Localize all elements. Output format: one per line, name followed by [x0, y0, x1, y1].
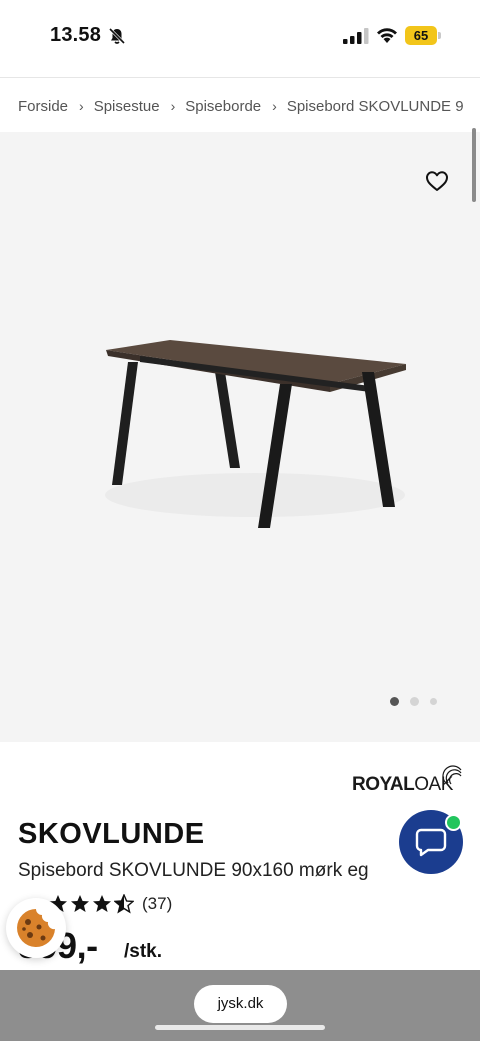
- gallery-dot-1[interactable]: [390, 697, 399, 706]
- product-rating[interactable]: (37): [48, 893, 172, 915]
- header-divider: [0, 77, 480, 78]
- cookie-settings-button[interactable]: [6, 898, 66, 958]
- breadcrumb-item-current[interactable]: Spisebord SKOVLUNDE 9: [287, 98, 464, 115]
- product-name: SKOVLUNDE: [18, 818, 205, 850]
- product-image[interactable]: [80, 300, 420, 540]
- page-scrollbar[interactable]: [472, 128, 476, 202]
- bell-off-icon: [108, 27, 126, 45]
- breadcrumb-item-spisestue[interactable]: Spisestue: [94, 98, 160, 115]
- status-time: 13.58: [50, 24, 102, 46]
- brand-swoosh-icon: [442, 765, 462, 785]
- home-indicator[interactable]: [155, 1025, 325, 1030]
- gallery-dot-3[interactable]: [430, 698, 437, 705]
- gallery-dot-2[interactable]: [410, 697, 419, 706]
- brand-logo-bold: ROYAL: [352, 774, 415, 795]
- breadcrumb-item-forside[interactable]: Forside: [18, 98, 68, 115]
- breadcrumb-item-spiseborde[interactable]: Spiseborde: [185, 98, 261, 115]
- heart-icon[interactable]: [425, 170, 449, 192]
- breadcrumb-separator: ›: [170, 98, 176, 114]
- breadcrumb: Forside › Spisestue › Spiseborde › Spise…: [18, 96, 480, 116]
- cookie-icon: [17, 909, 56, 947]
- product-description: Spisebord SKOVLUNDE 90x160 mørk eg: [18, 860, 369, 881]
- battery-level: 65: [413, 28, 429, 43]
- wifi-icon: [377, 28, 397, 43]
- rating-count[interactable]: (37): [142, 894, 172, 914]
- star-full-icon: [71, 895, 89, 912]
- gallery-pagination: [390, 697, 448, 706]
- chat-bubble-icon: [415, 828, 447, 857]
- star-full-icon: [93, 895, 111, 912]
- chat-online-indicator: [445, 814, 462, 831]
- star-half-icon: [114, 894, 134, 914]
- battery-cap: [438, 32, 441, 39]
- address-bar[interactable]: jysk.dk: [194, 985, 287, 1023]
- brand-logo-text: ROYALOAK: [352, 774, 453, 796]
- status-bar: 13.58 65: [0, 0, 480, 72]
- brand-logo: ROYALOAK: [352, 764, 464, 796]
- battery-icon: 65: [405, 26, 441, 45]
- signal-icon: [343, 28, 369, 44]
- breadcrumb-separator: ›: [79, 98, 84, 114]
- price-unit: /stk.: [124, 941, 163, 962]
- breadcrumb-separator: ›: [272, 98, 277, 114]
